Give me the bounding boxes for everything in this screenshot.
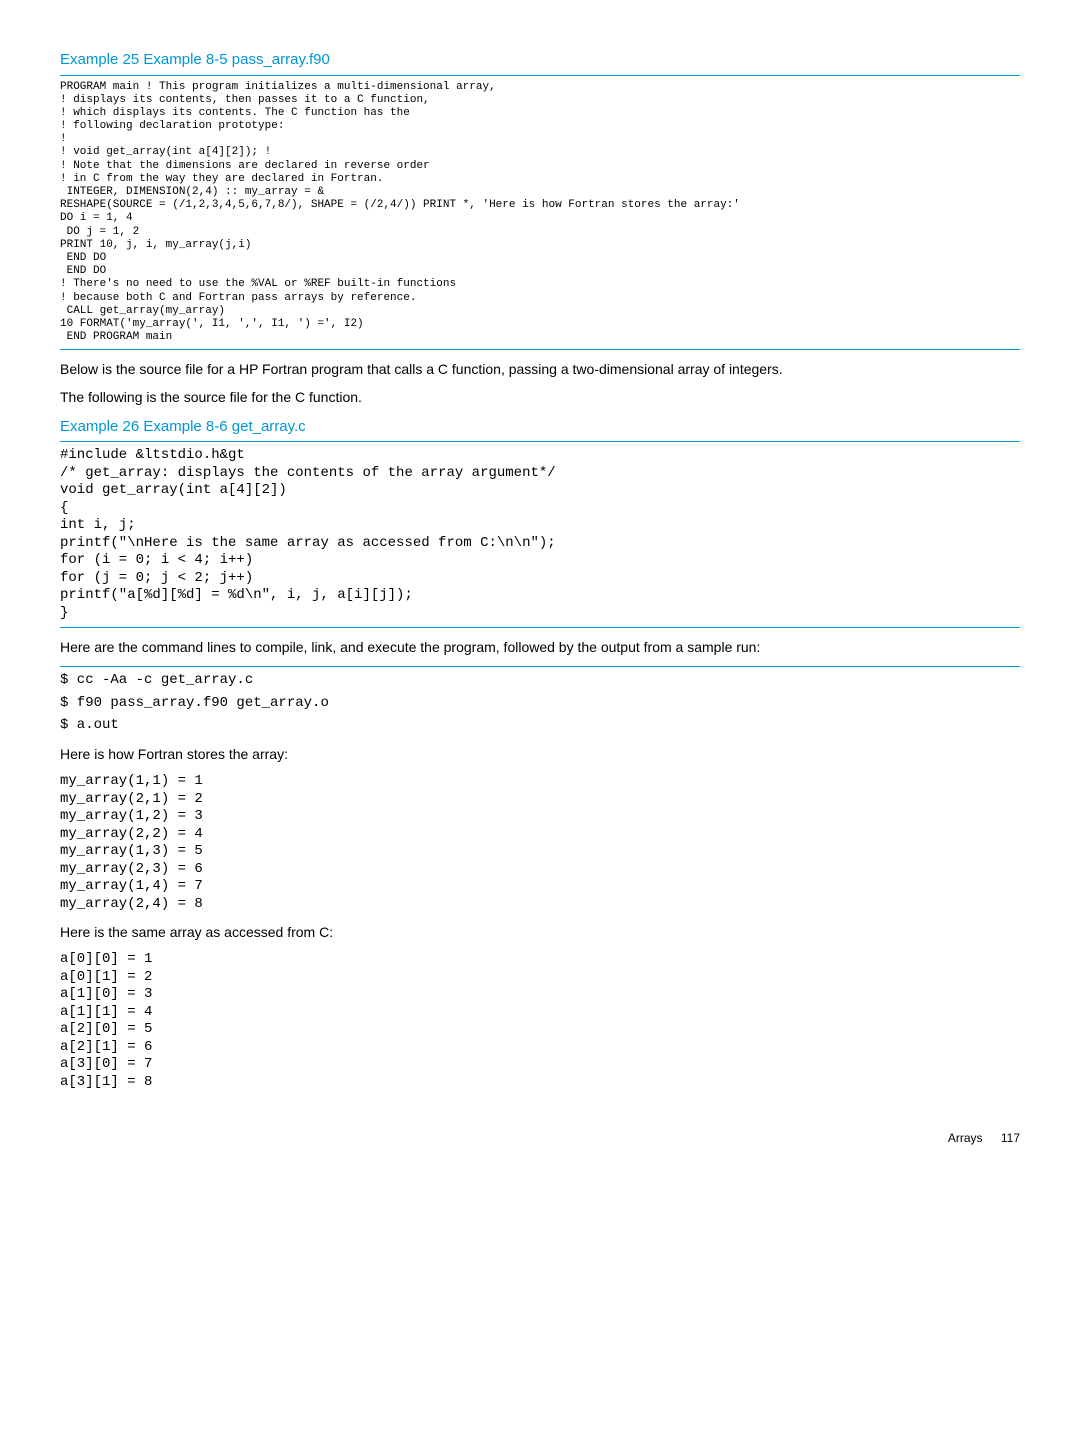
example-26-title: Example 26 Example 8-6 get_array.c [60, 417, 1020, 437]
command-line-1: $ cc -Aa -c get_array.c [60, 672, 1020, 690]
command-line-3: $ a.out [60, 717, 1020, 735]
paragraph-1: Below is the source file for a HP Fortra… [60, 360, 1020, 378]
c-output: a[0][0] = 1 a[0][1] = 2 a[1][0] = 3 a[1]… [60, 951, 1020, 1091]
output-heading-c: Here is the same array as accessed from … [60, 923, 1020, 941]
footer-page-number: 117 [1001, 1131, 1020, 1145]
page-footer: Arrays 117 [60, 1131, 1020, 1147]
example-26-code: #include &ltstdio.h&gt /* get_array: dis… [60, 447, 1020, 622]
output-heading-fortran: Here is how Fortran stores the array: [60, 745, 1020, 763]
paragraph-3: Here are the command lines to compile, l… [60, 638, 1020, 656]
divider [60, 666, 1020, 667]
fortran-output: my_array(1,1) = 1 my_array(2,1) = 2 my_a… [60, 773, 1020, 913]
example-25-title: Example 25 Example 8-5 pass_array.f90 [60, 50, 1020, 70]
divider [60, 349, 1020, 350]
divider [60, 75, 1020, 76]
command-line-2: $ f90 pass_array.f90 get_array.o [60, 695, 1020, 713]
divider [60, 627, 1020, 628]
paragraph-2: The following is the source file for the… [60, 388, 1020, 406]
example-25-code: PROGRAM main ! This program initializes … [60, 81, 1020, 345]
divider [60, 441, 1020, 442]
footer-section: Arrays [948, 1131, 983, 1145]
